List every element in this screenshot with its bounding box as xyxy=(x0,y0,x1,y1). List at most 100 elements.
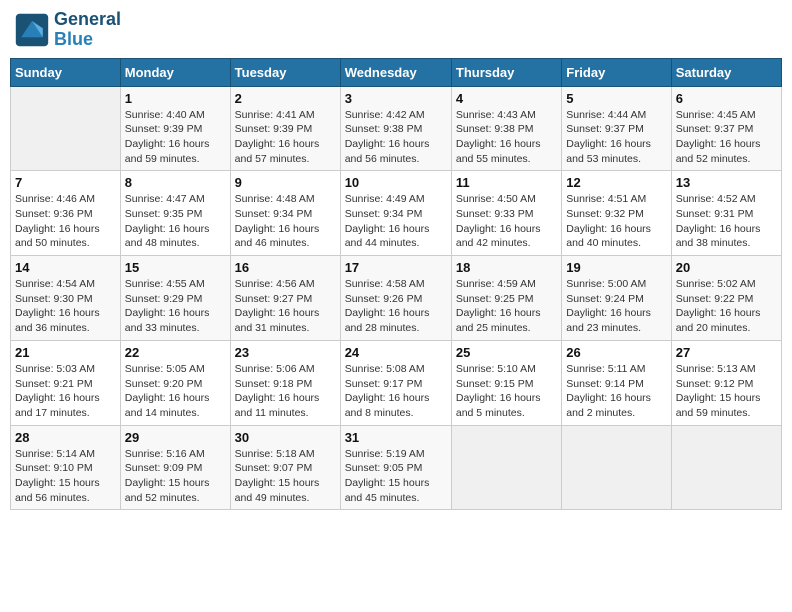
day-info: Sunrise: 5:14 AM Sunset: 9:10 PM Dayligh… xyxy=(15,447,116,506)
calendar-cell xyxy=(451,425,561,510)
calendar-cell: 10 Sunrise: 4:49 AM Sunset: 9:34 PM Dayli… xyxy=(340,171,451,256)
day-info: Sunrise: 4:51 AM Sunset: 9:32 PM Dayligh… xyxy=(566,192,666,251)
day-number: 12 xyxy=(566,175,666,190)
day-info: Sunrise: 4:46 AM Sunset: 9:36 PM Dayligh… xyxy=(15,192,116,251)
calendar-cell xyxy=(671,425,781,510)
day-info: Sunrise: 4:45 AM Sunset: 9:37 PM Dayligh… xyxy=(676,108,777,167)
day-info: Sunrise: 4:55 AM Sunset: 9:29 PM Dayligh… xyxy=(125,277,226,336)
calendar-cell: 17 Sunrise: 4:58 AM Sunset: 9:26 PM Dayli… xyxy=(340,256,451,341)
day-info: Sunrise: 4:48 AM Sunset: 9:34 PM Dayligh… xyxy=(235,192,336,251)
day-number: 25 xyxy=(456,345,557,360)
day-info: Sunrise: 5:03 AM Sunset: 9:21 PM Dayligh… xyxy=(15,362,116,421)
day-number: 26 xyxy=(566,345,666,360)
day-info: Sunrise: 5:18 AM Sunset: 9:07 PM Dayligh… xyxy=(235,447,336,506)
day-number: 20 xyxy=(676,260,777,275)
day-number: 6 xyxy=(676,91,777,106)
day-number: 13 xyxy=(676,175,777,190)
calendar-cell: 6 Sunrise: 4:45 AM Sunset: 9:37 PM Daylig… xyxy=(671,86,781,171)
day-number: 16 xyxy=(235,260,336,275)
day-number: 9 xyxy=(235,175,336,190)
page-header: General Blue xyxy=(10,10,782,50)
day-info: Sunrise: 4:41 AM Sunset: 9:39 PM Dayligh… xyxy=(235,108,336,167)
day-info: Sunrise: 4:44 AM Sunset: 9:37 PM Dayligh… xyxy=(566,108,666,167)
day-info: Sunrise: 4:47 AM Sunset: 9:35 PM Dayligh… xyxy=(125,192,226,251)
day-info: Sunrise: 4:49 AM Sunset: 9:34 PM Dayligh… xyxy=(345,192,447,251)
day-info: Sunrise: 5:00 AM Sunset: 9:24 PM Dayligh… xyxy=(566,277,666,336)
column-header-wednesday: Wednesday xyxy=(340,58,451,86)
calendar-cell: 16 Sunrise: 4:56 AM Sunset: 9:27 PM Dayli… xyxy=(230,256,340,341)
calendar-cell: 23Sunrise: 5:06 AM Sunset: 9:18 PM Dayli… xyxy=(230,340,340,425)
calendar-cell: 2 Sunrise: 4:41 AM Sunset: 9:39 PM Daylig… xyxy=(230,86,340,171)
day-info: Sunrise: 5:13 AM Sunset: 9:12 PM Dayligh… xyxy=(676,362,777,421)
day-number: 28 xyxy=(15,430,116,445)
column-header-thursday: Thursday xyxy=(451,58,561,86)
calendar-week-5: 28 Sunrise: 5:14 AM Sunset: 9:10 PM Dayli… xyxy=(11,425,782,510)
day-info: Sunrise: 4:54 AM Sunset: 9:30 PM Dayligh… xyxy=(15,277,116,336)
calendar-week-1: 1 Sunrise: 4:40 AM Sunset: 9:39 PM Daylig… xyxy=(11,86,782,171)
day-number: 5 xyxy=(566,91,666,106)
day-info: Sunrise: 4:56 AM Sunset: 9:27 PM Dayligh… xyxy=(235,277,336,336)
calendar-cell: 4 Sunrise: 4:43 AM Sunset: 9:38 PM Daylig… xyxy=(451,86,561,171)
day-number: 1 xyxy=(125,91,226,106)
day-info: Sunrise: 5:02 AM Sunset: 9:22 PM Dayligh… xyxy=(676,277,777,336)
day-number: 30 xyxy=(235,430,336,445)
calendar-cell: 21 Sunrise: 5:03 AM Sunset: 9:21 PM Dayli… xyxy=(11,340,121,425)
day-number: 27 xyxy=(676,345,777,360)
calendar-cell xyxy=(562,425,671,510)
day-number: 29 xyxy=(125,430,226,445)
calendar-cell: 26 Sunrise: 5:11 AM Sunset: 9:14 PM Dayli… xyxy=(562,340,671,425)
calendar-cell: 27 Sunrise: 5:13 AM Sunset: 9:12 PM Dayli… xyxy=(671,340,781,425)
column-header-saturday: Saturday xyxy=(671,58,781,86)
day-number: 4 xyxy=(456,91,557,106)
day-info: Sunrise: 5:11 AM Sunset: 9:14 PM Dayligh… xyxy=(566,362,666,421)
calendar-cell: 12 Sunrise: 4:51 AM Sunset: 9:32 PM Dayli… xyxy=(562,171,671,256)
calendar-cell: 13 Sunrise: 4:52 AM Sunset: 9:31 PM Dayli… xyxy=(671,171,781,256)
calendar-cell: 9 Sunrise: 4:48 AM Sunset: 9:34 PM Daylig… xyxy=(230,171,340,256)
calendar-cell: 19 Sunrise: 5:00 AM Sunset: 9:24 PM Dayli… xyxy=(562,256,671,341)
calendar-cell: 28 Sunrise: 5:14 AM Sunset: 9:10 PM Dayli… xyxy=(11,425,121,510)
column-header-monday: Monday xyxy=(120,58,230,86)
day-number: 31 xyxy=(345,430,447,445)
calendar-header-row: SundayMondayTuesdayWednesdayThursdayFrid… xyxy=(11,58,782,86)
calendar-cell: 29 Sunrise: 5:16 AM Sunset: 9:09 PM Dayli… xyxy=(120,425,230,510)
day-number: 10 xyxy=(345,175,447,190)
day-number: 14 xyxy=(15,260,116,275)
calendar-cell: 30 Sunrise: 5:18 AM Sunset: 9:07 PM Dayli… xyxy=(230,425,340,510)
calendar-cell: 24Sunrise: 5:08 AM Sunset: 9:17 PM Dayli… xyxy=(340,340,451,425)
calendar-cell: 22Sunrise: 5:05 AM Sunset: 9:20 PM Dayli… xyxy=(120,340,230,425)
logo-icon xyxy=(14,12,50,48)
day-info: Sunrise: 5:06 AM Sunset: 9:18 PM Dayligh… xyxy=(235,362,336,421)
day-info: Sunrise: 4:52 AM Sunset: 9:31 PM Dayligh… xyxy=(676,192,777,251)
day-number: 2 xyxy=(235,91,336,106)
day-number: 11 xyxy=(456,175,557,190)
logo-text: General Blue xyxy=(54,10,121,50)
column-header-sunday: Sunday xyxy=(11,58,121,86)
day-info: Sunrise: 4:43 AM Sunset: 9:38 PM Dayligh… xyxy=(456,108,557,167)
calendar-cell: 1 Sunrise: 4:40 AM Sunset: 9:39 PM Daylig… xyxy=(120,86,230,171)
calendar-week-2: 7 Sunrise: 4:46 AM Sunset: 9:36 PM Daylig… xyxy=(11,171,782,256)
day-number: 3 xyxy=(345,91,447,106)
day-number: 7 xyxy=(15,175,116,190)
calendar-cell: 3 Sunrise: 4:42 AM Sunset: 9:38 PM Daylig… xyxy=(340,86,451,171)
column-header-tuesday: Tuesday xyxy=(230,58,340,86)
calendar-cell: 8Sunrise: 4:47 AM Sunset: 9:35 PM Daylig… xyxy=(120,171,230,256)
day-info: Sunrise: 5:16 AM Sunset: 9:09 PM Dayligh… xyxy=(125,447,226,506)
day-number: 17 xyxy=(345,260,447,275)
column-header-friday: Friday xyxy=(562,58,671,86)
day-info: Sunrise: 4:42 AM Sunset: 9:38 PM Dayligh… xyxy=(345,108,447,167)
day-number: 21 xyxy=(15,345,116,360)
day-info: Sunrise: 4:58 AM Sunset: 9:26 PM Dayligh… xyxy=(345,277,447,336)
calendar-cell: 11 Sunrise: 4:50 AM Sunset: 9:33 PM Dayli… xyxy=(451,171,561,256)
calendar-cell: 25 Sunrise: 5:10 AM Sunset: 9:15 PM Dayli… xyxy=(451,340,561,425)
day-info: Sunrise: 4:50 AM Sunset: 9:33 PM Dayligh… xyxy=(456,192,557,251)
calendar-week-4: 21 Sunrise: 5:03 AM Sunset: 9:21 PM Dayli… xyxy=(11,340,782,425)
calendar-cell: 15 Sunrise: 4:55 AM Sunset: 9:29 PM Dayli… xyxy=(120,256,230,341)
day-number: 19 xyxy=(566,260,666,275)
day-info: Sunrise: 5:19 AM Sunset: 9:05 PM Dayligh… xyxy=(345,447,447,506)
day-number: 15 xyxy=(125,260,226,275)
day-number: 22 xyxy=(125,345,226,360)
day-info: Sunrise: 5:08 AM Sunset: 9:17 PM Dayligh… xyxy=(345,362,447,421)
day-info: Sunrise: 5:10 AM Sunset: 9:15 PM Dayligh… xyxy=(456,362,557,421)
logo: General Blue xyxy=(14,10,121,50)
day-info: Sunrise: 4:40 AM Sunset: 9:39 PM Dayligh… xyxy=(125,108,226,167)
